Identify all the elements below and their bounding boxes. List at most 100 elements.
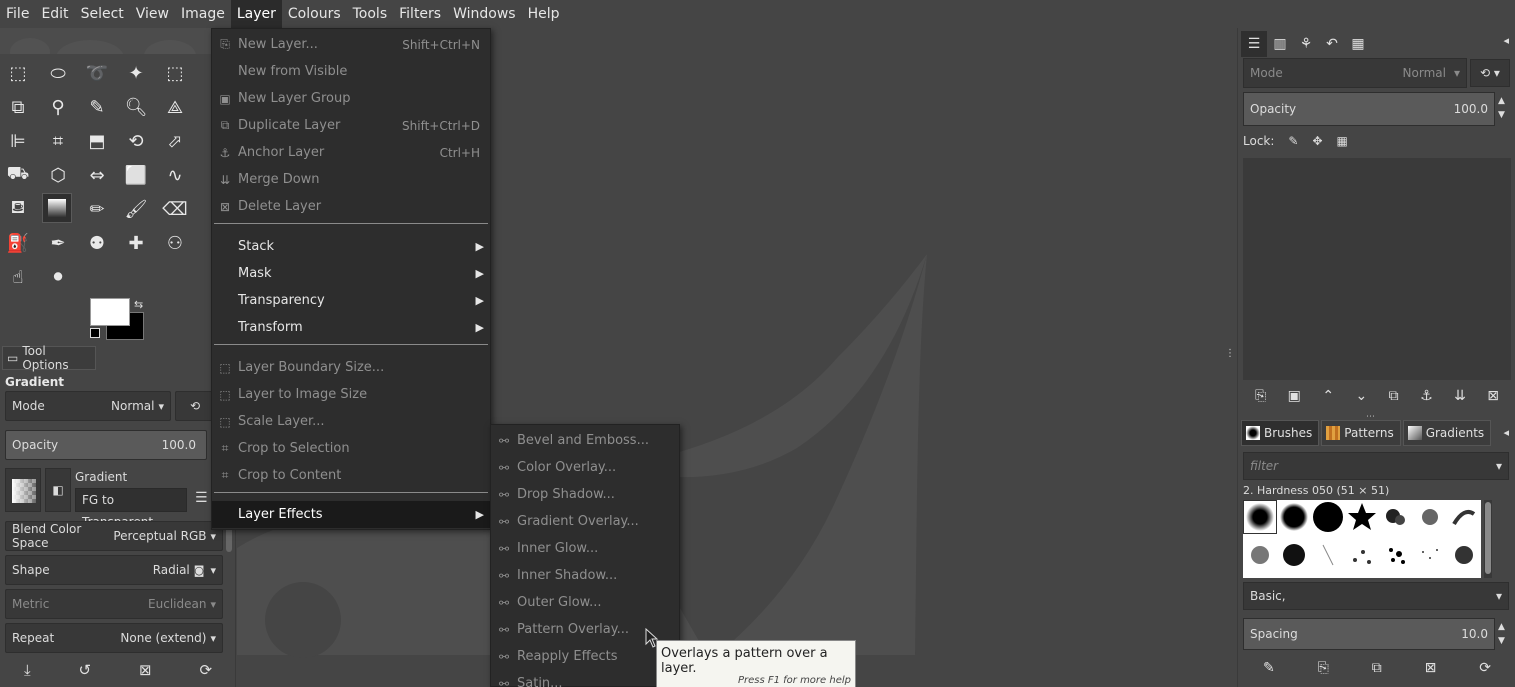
mode-reset-button[interactable]: ⟲ bbox=[175, 391, 215, 421]
menu-item-stack[interactable]: Stack ▶ bbox=[212, 233, 490, 260]
wave-tool-icon[interactable]: ∿ bbox=[160, 160, 190, 190]
menu-tools[interactable]: Tools bbox=[347, 0, 394, 28]
menu-item-crop-to-selection[interactable]: ⌗ Crop to Selection bbox=[212, 435, 490, 462]
merge-layer-icon[interactable]: ⇊ bbox=[1454, 388, 1466, 404]
paths-tool-icon[interactable]: ⚲ bbox=[43, 92, 73, 122]
brush-spacing-slider[interactable]: Spacing 10.0 bbox=[1243, 618, 1495, 650]
menu-item-color-overlay[interactable]: ⚯ Color Overlay... bbox=[491, 454, 679, 481]
menu-view[interactable]: View bbox=[130, 0, 175, 28]
brush-hardness-050[interactable] bbox=[1243, 500, 1277, 534]
perspective-clone-tool-icon[interactable]: ⚇ bbox=[160, 228, 190, 258]
heal-tool-icon[interactable]: ✚ bbox=[121, 228, 151, 258]
menu-item-transform[interactable]: Transform ▶ bbox=[212, 314, 490, 341]
scissors-select-tool-icon[interactable]: ⧉ bbox=[3, 92, 33, 122]
gradient-edit-icon[interactable]: ☰ bbox=[195, 490, 208, 506]
blend-color-space-select[interactable]: Blend Color Space Perceptual RGB ▾ bbox=[5, 521, 223, 551]
gradient-reverse-button[interactable]: ◧ bbox=[45, 468, 71, 512]
menu-colours[interactable]: Colours bbox=[282, 0, 347, 28]
dodge-burn-tool-icon[interactable]: ⚫ bbox=[43, 262, 73, 292]
duplicate-brush-icon[interactable]: ⧉ bbox=[1372, 660, 1382, 676]
gradient-name-field[interactable]: FG to Transparent bbox=[75, 488, 187, 529]
align-tool-icon[interactable]: ⊫ bbox=[3, 126, 33, 156]
zoom-tool-icon[interactable]: 🔍︎ bbox=[121, 92, 151, 122]
flip-tool-icon[interactable]: ⇔ bbox=[82, 160, 112, 190]
restore-options-icon[interactable]: ↺ bbox=[79, 661, 92, 679]
opacity-spin-icon[interactable]: ▲ ▼ bbox=[1498, 94, 1505, 122]
save-options-icon[interactable]: ⤓ bbox=[24, 661, 31, 679]
menu-edit[interactable]: Edit bbox=[35, 0, 74, 28]
layer-mode-reset-button[interactable]: ⟲ ▾ bbox=[1470, 59, 1510, 87]
delete-layer-icon[interactable]: ⊠ bbox=[1487, 388, 1499, 404]
cage-tool-icon[interactable]: ⬜ bbox=[121, 160, 151, 190]
menu-layer[interactable]: Layer bbox=[230, 0, 282, 28]
menu-item-merge-down[interactable]: ⇊ Merge Down bbox=[212, 166, 490, 193]
opacity-slider[interactable]: Opacity 100.0 bbox=[5, 430, 207, 460]
brush-grid[interactable] bbox=[1243, 500, 1481, 578]
ellipse-select-tool-icon[interactable]: ⬭ bbox=[43, 58, 73, 88]
channels-tab-icon[interactable]: ▥ bbox=[1267, 31, 1293, 57]
unified-transform-tool-icon[interactable]: ⬒ bbox=[82, 126, 112, 156]
menu-item-crop-to-content[interactable]: ⌗ Crop to Content bbox=[212, 462, 490, 489]
delete-options-icon[interactable]: ⊠ bbox=[139, 661, 152, 679]
canvas-resize-grip-icon[interactable]: ⋮ bbox=[1225, 348, 1235, 359]
airbrush-tool-icon[interactable]: ⛽ bbox=[3, 228, 33, 258]
shear-tool-icon[interactable]: ⬀ bbox=[160, 126, 190, 156]
brush-star[interactable] bbox=[1345, 500, 1379, 534]
menu-item-transparency[interactable]: Transparency ▶ bbox=[212, 287, 490, 314]
bucket-fill-tool-icon[interactable]: ⛾ bbox=[3, 194, 33, 224]
perspective-tool-icon[interactable]: ⬡ bbox=[43, 160, 73, 190]
menu-item-gradient-overlay[interactable]: ⚯ Gradient Overlay... bbox=[491, 508, 679, 535]
swap-colors-icon[interactable]: ⇆ bbox=[134, 298, 143, 311]
brush-tag-select[interactable]: Basic, ▾ bbox=[1243, 582, 1509, 610]
menu-windows[interactable]: Windows bbox=[447, 0, 522, 28]
reset-colors-icon[interactable] bbox=[90, 328, 100, 338]
menu-item-delete-layer[interactable]: ⊠ Delete Layer bbox=[212, 193, 490, 220]
layer-opacity-slider[interactable]: Opacity 100.0 bbox=[1243, 92, 1495, 126]
new-layer-icon[interactable]: ⎘ bbox=[1255, 388, 1266, 404]
repeat-select[interactable]: Repeat None (extend) ▾ bbox=[5, 623, 223, 653]
lower-layer-icon[interactable]: ⌄ bbox=[1355, 388, 1367, 404]
fuzzy-select-tool-icon[interactable]: ✦ bbox=[121, 58, 151, 88]
crop-tool-icon[interactable]: ⌗ bbox=[43, 126, 73, 156]
metric-select[interactable]: Metric Euclidean ▾ bbox=[5, 589, 223, 619]
menu-filters[interactable]: Filters bbox=[393, 0, 447, 28]
ink-tool-icon[interactable]: ✒ bbox=[43, 228, 73, 258]
color-picker-tool-icon[interactable]: ✎ bbox=[82, 92, 112, 122]
warp-tool-icon[interactable]: ⛟ bbox=[3, 160, 33, 190]
mode-select[interactable]: Mode Normal ▾ bbox=[5, 391, 171, 421]
dock-menu-icon[interactable]: ◂ bbox=[1503, 426, 1509, 439]
layer-mode-select[interactable]: Mode Normal ▾ bbox=[1243, 58, 1467, 88]
clone-tool-icon[interactable]: ⚉ bbox=[82, 228, 112, 258]
rotate-tool-icon[interactable]: ⟲ bbox=[121, 126, 151, 156]
menu-item-satin[interactable]: ⚯ Satin... bbox=[491, 670, 679, 687]
menu-help[interactable]: Help bbox=[522, 0, 566, 28]
layers-tab-icon[interactable]: ☰ bbox=[1241, 31, 1267, 57]
tab-patterns[interactable]: Patterns bbox=[1321, 420, 1401, 446]
eraser-tool-icon[interactable]: ⌫ bbox=[160, 194, 190, 224]
menu-item-bevel-emboss[interactable]: ⚯ Bevel and Emboss... bbox=[491, 427, 679, 454]
menu-image[interactable]: Image bbox=[175, 0, 231, 28]
shape-select[interactable]: Shape Radial ◙ ▾ bbox=[5, 555, 223, 585]
reset-options-icon[interactable]: ⟳ bbox=[199, 661, 212, 679]
measure-tool-icon[interactable]: ⟁ bbox=[160, 92, 190, 122]
pencil-tool-icon[interactable]: ✏ bbox=[82, 194, 112, 224]
gradient-tool-icon[interactable] bbox=[42, 193, 72, 223]
lock-alpha-icon[interactable]: ▦ bbox=[1337, 134, 1348, 148]
foreground-select-tool-icon[interactable]: ⬚ bbox=[160, 58, 190, 88]
menu-item-layer-boundary-size[interactable]: ⬚ Layer Boundary Size... bbox=[212, 354, 490, 381]
brush-acrylic-02[interactable] bbox=[1413, 500, 1447, 534]
duplicate-layer-icon[interactable]: ⧉ bbox=[1389, 388, 1399, 404]
brush-texture-02[interactable] bbox=[1345, 538, 1379, 572]
lock-position-icon[interactable]: ✥ bbox=[1312, 134, 1322, 148]
new-brush-icon[interactable]: ⎘ bbox=[1318, 660, 1329, 676]
brush-grid-scrollbar[interactable] bbox=[1484, 500, 1492, 578]
menu-item-new-layer[interactable]: ⎘ New Layer... Shift+Ctrl+N bbox=[212, 31, 490, 58]
free-select-tool-icon[interactable]: ➰ bbox=[82, 58, 112, 88]
new-layer-group-icon[interactable]: ▣ bbox=[1288, 388, 1301, 404]
menu-item-layer-to-image-size[interactable]: ⬚ Layer to Image Size bbox=[212, 381, 490, 408]
paths-tab-icon[interactable]: ⚘ bbox=[1293, 31, 1319, 57]
brush-chalk-01[interactable] bbox=[1243, 538, 1277, 572]
refresh-brushes-icon[interactable]: ⟳ bbox=[1479, 660, 1491, 676]
brush-sponge-01[interactable] bbox=[1379, 538, 1413, 572]
menu-item-drop-shadow[interactable]: ⚯ Drop Shadow... bbox=[491, 481, 679, 508]
